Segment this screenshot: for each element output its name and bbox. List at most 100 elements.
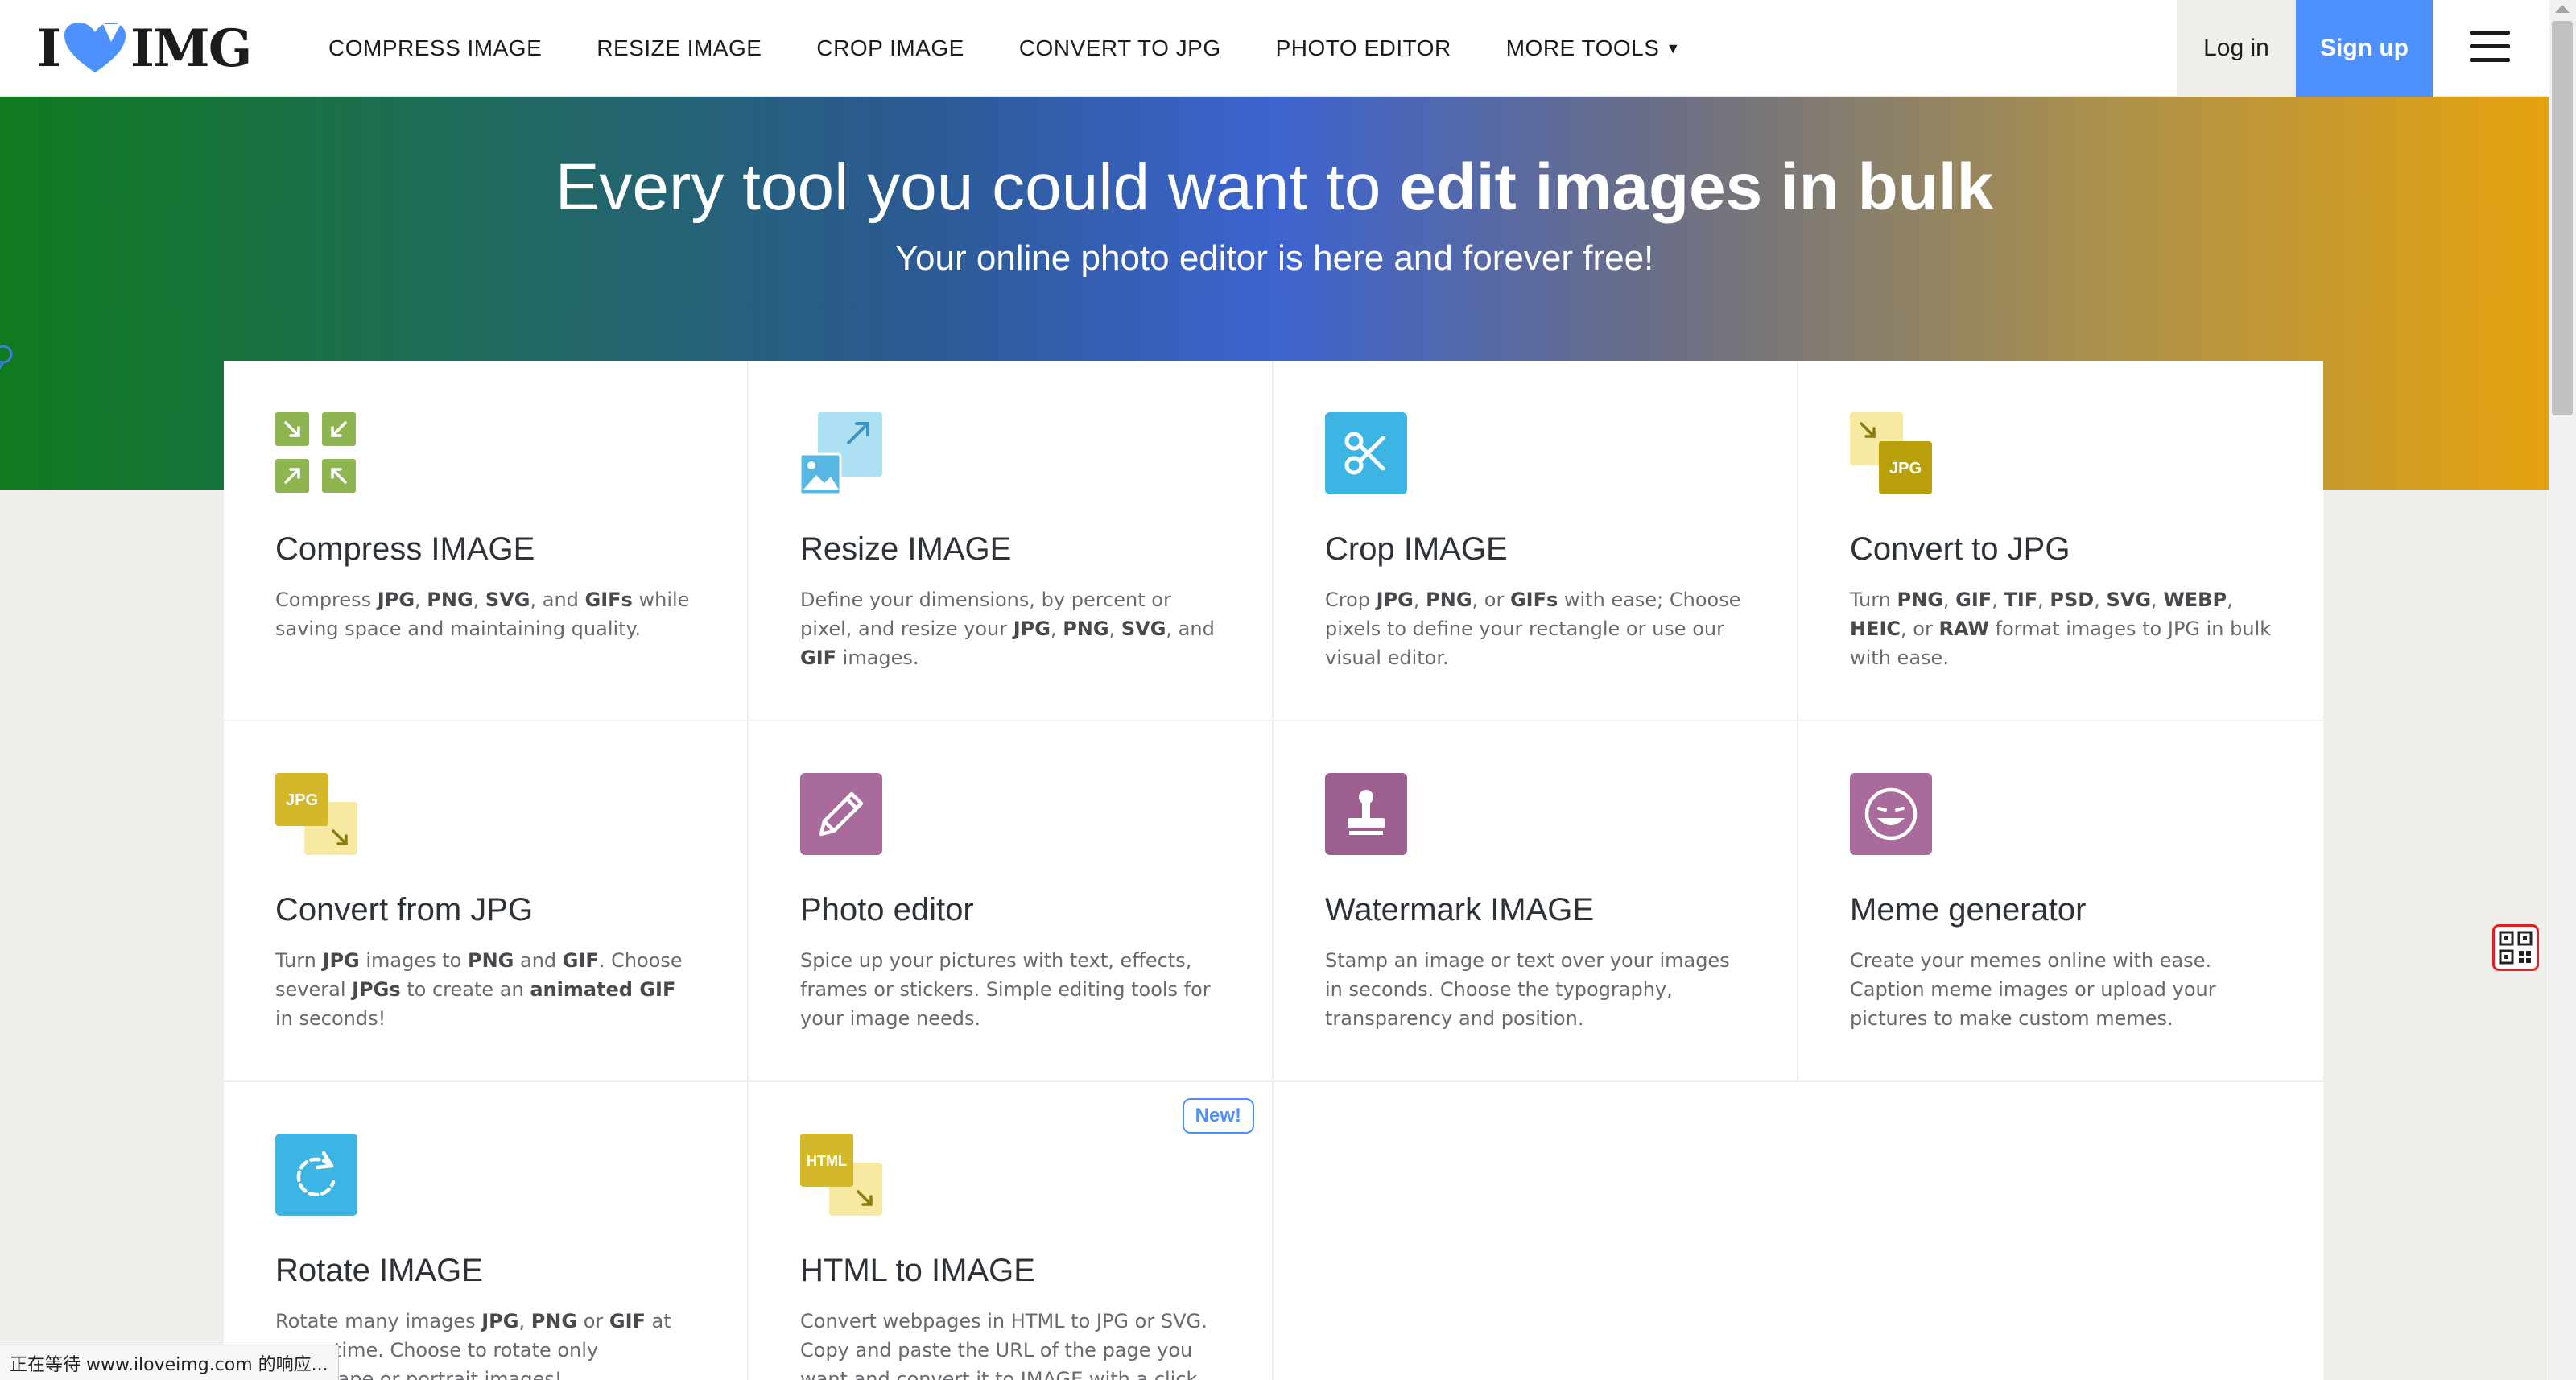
svg-text:JPG: JPG bbox=[286, 791, 318, 809]
tool-title: Meme generator bbox=[1850, 892, 2087, 928]
tool-title: Crop IMAGE bbox=[1325, 531, 1508, 567]
scroll-up-arrow-icon[interactable] bbox=[2555, 5, 2570, 13]
tool-description: Stamp an image or text over your images … bbox=[1325, 949, 1730, 1030]
highlighted-format: PNG bbox=[427, 589, 473, 611]
highlighted-format: GIF bbox=[609, 1310, 646, 1332]
caret-down-icon: ▼ bbox=[1666, 39, 1681, 56]
highlighted-format: JPG bbox=[1376, 589, 1414, 611]
highlighted-format: SVG bbox=[485, 589, 530, 611]
highlighted-format: GIFs bbox=[1509, 589, 1558, 611]
tool-card-watermark-image[interactable]: Watermark IMAGE Stamp an image or text o… bbox=[1274, 721, 1798, 1082]
highlighted-format: JPG bbox=[1013, 618, 1051, 640]
tool-card-compress-image[interactable]: Compress IMAGE Compress JPG, PNG, SVG, a… bbox=[224, 361, 749, 721]
scissors-icon bbox=[1325, 412, 1407, 494]
stamp-icon bbox=[1325, 773, 1407, 855]
login-button[interactable]: Log in bbox=[2177, 0, 2296, 97]
tool-title: HTML to IMAGE bbox=[800, 1253, 1035, 1288]
tool-title: Convert to JPG bbox=[1850, 531, 2070, 567]
highlighted-format: WEBP bbox=[2163, 589, 2227, 611]
rotate-icon bbox=[275, 1134, 357, 1216]
highlighted-format: JPG bbox=[377, 589, 415, 611]
hero-title: Every tool you could want to edit images… bbox=[0, 150, 2549, 225]
tool-card-meme-generator[interactable]: Meme generator Create your memes online … bbox=[1798, 721, 2323, 1082]
hero-subtitle: Your online photo editor is here and for… bbox=[894, 238, 1654, 278]
highlighted-format: JPG bbox=[322, 949, 360, 972]
resize-icon bbox=[799, 412, 882, 496]
highlighted-format: RAW bbox=[1938, 618, 1989, 640]
logo-text-img: IMG bbox=[130, 18, 252, 79]
convert-from-jpg-icon: JPG bbox=[275, 773, 357, 855]
tool-description: Spice up your pictures with text, effect… bbox=[800, 949, 1211, 1030]
nav-more-tools-dropdown[interactable]: MORE TOOLS ▼ bbox=[1479, 0, 1708, 97]
highlighted-format: GIFs bbox=[584, 589, 633, 611]
tool-title: Compress IMAGE bbox=[275, 531, 535, 567]
svg-text:JPG: JPG bbox=[1889, 460, 1922, 477]
tool-card-html-to-image[interactable]: New! HTML HTML to IMAGE Convert webpages… bbox=[749, 1082, 1274, 1380]
tool-card-photo-editor[interactable]: Photo editor Spice up your pictures with… bbox=[749, 721, 1274, 1082]
tool-description: Compress JPG, PNG, SVG, and GIFs while s… bbox=[275, 589, 690, 640]
tool-title: Convert from JPG bbox=[275, 892, 534, 928]
nav-link-label: PHOTO EDITOR bbox=[1275, 35, 1451, 60]
nav-link-label: COMPRESS IMAGE bbox=[328, 35, 543, 60]
highlighted-format: PNG bbox=[530, 1310, 578, 1332]
iloveimg-logo[interactable]: I IMG bbox=[37, 18, 252, 79]
highlighted-format: PNG bbox=[1897, 589, 1943, 611]
nav-link-label: RESIZE IMAGE bbox=[597, 35, 762, 60]
nav-compress-image[interactable]: COMPRESS IMAGE bbox=[301, 0, 569, 97]
new-badge: New! bbox=[1182, 1098, 1254, 1134]
highlighted-format: GIF bbox=[1955, 589, 1992, 611]
tool-card-convert-to-jpg[interactable]: JPG Convert to JPG Turn PNG, GIF, TIF, P… bbox=[1798, 361, 2323, 721]
nav-link-label: CROP IMAGE bbox=[816, 35, 964, 60]
tool-description: Turn PNG, GIF, TIF, PSD, SVG, WEBP, HEIC… bbox=[1850, 589, 2272, 669]
nav-crop-image[interactable]: CROP IMAGE bbox=[789, 0, 991, 97]
tool-description: Define your dimensions, by percent or pi… bbox=[800, 589, 1215, 669]
tool-card-resize-image[interactable]: Resize IMAGE Define your dimensions, by … bbox=[749, 361, 1274, 721]
highlighted-format: SVG bbox=[1121, 618, 1166, 640]
nav-link-label: MORE TOOLS bbox=[1505, 35, 1660, 60]
tool-title: Watermark IMAGE bbox=[1325, 892, 1595, 928]
hero-title-normal: Every tool you could want to bbox=[555, 151, 1400, 224]
tool-description: Create your memes online with ease. Capt… bbox=[1850, 949, 2216, 1030]
tool-card-convert-from-jpg[interactable]: JPG Convert from JPG Turn JPG images to … bbox=[224, 721, 749, 1082]
tool-card-rotate-image[interactable]: Rotate IMAGE Rotate many images JPG, PNG… bbox=[224, 1082, 749, 1380]
highlighted-format: PNG bbox=[467, 949, 514, 972]
convert-to-jpg-icon: JPG bbox=[1850, 412, 1932, 494]
html-to-image-icon: HTML bbox=[800, 1134, 882, 1216]
tool-description: Crop JPG, PNG, or GIFs with ease; Choose… bbox=[1325, 589, 1741, 669]
link-icon[interactable] bbox=[0, 345, 19, 377]
browser-status-bar: 正在等待 www.iloveimg.com 的响应... bbox=[0, 1345, 339, 1380]
highlighted-format: HEIC bbox=[1850, 618, 1901, 640]
top-navbar: I IMG COMPRESS IMAGE RESIZE IMAGE CROP I… bbox=[0, 0, 2549, 97]
highlighted-format: PNG bbox=[1426, 589, 1472, 611]
tools-grid: Compress IMAGE Compress JPG, PNG, SVG, a… bbox=[224, 361, 2323, 1380]
tool-card-crop-image[interactable]: Crop IMAGE Crop JPG, PNG, or GIFs with e… bbox=[1274, 361, 1798, 721]
hero-title-bold: edit images in bulk bbox=[1399, 151, 1994, 224]
highlighted-format: PNG bbox=[1063, 618, 1109, 640]
highlighted-format: SVG bbox=[2106, 589, 2152, 611]
nav-photo-editor[interactable]: PHOTO EDITOR bbox=[1249, 0, 1479, 97]
nav-resize-image[interactable]: RESIZE IMAGE bbox=[569, 0, 789, 97]
tool-title: Photo editor bbox=[800, 892, 974, 928]
nav-link-label: CONVERT TO JPG bbox=[1018, 35, 1221, 60]
highlighted-format: JPGs bbox=[352, 978, 401, 1001]
highlighted-format: GIF bbox=[562, 949, 599, 972]
highlighted-format: animated GIF bbox=[530, 978, 676, 1001]
heart-logo-icon bbox=[64, 23, 126, 72]
compress-icon bbox=[275, 412, 356, 493]
tool-title: Rotate IMAGE bbox=[275, 1253, 483, 1288]
highlighted-format: TIF bbox=[2004, 589, 2038, 611]
signup-button[interactable]: Sign up bbox=[2296, 0, 2433, 97]
highlighted-format: PSD bbox=[2050, 589, 2095, 611]
tool-description: Turn JPG images to PNG and GIF. Choose s… bbox=[275, 949, 683, 1030]
pencil-icon bbox=[800, 773, 882, 855]
nav-convert-to-jpg[interactable]: CONVERT TO JPG bbox=[992, 0, 1249, 97]
highlighted-format: GIF bbox=[800, 647, 837, 669]
qr-code-glyph bbox=[2499, 931, 2533, 965]
highlighted-format: JPG bbox=[481, 1310, 519, 1332]
qr-code-icon[interactable] bbox=[2492, 924, 2539, 971]
logo-text-i: I bbox=[37, 18, 61, 79]
hamburger-icon[interactable] bbox=[2470, 31, 2510, 64]
scrollbar-thumb[interactable] bbox=[2552, 21, 2573, 415]
tool-description: Convert webpages in HTML to JPG or SVG. … bbox=[800, 1310, 1208, 1380]
laughing-face-icon bbox=[1850, 773, 1932, 855]
